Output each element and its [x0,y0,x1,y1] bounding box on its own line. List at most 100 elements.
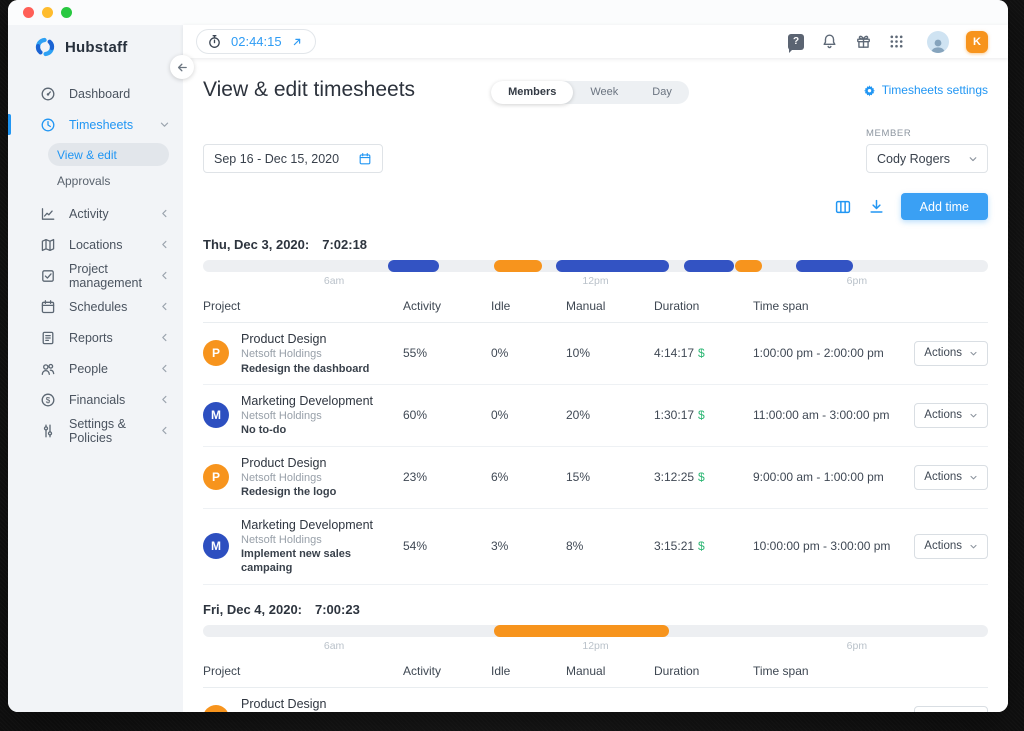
table-body: P Product Design Netsoft Holdings Redesi… [203,688,988,712]
sidebar-item-timesheets[interactable]: Timesheets [8,109,183,140]
money-indicator: $ [698,539,705,554]
sidebar-item-label: Settings & Policies [69,416,126,445]
calendar-icon [358,152,372,166]
chevron-left-icon [159,363,170,374]
table-row: P Product Design Netsoft Holdings Redesi… [203,323,988,385]
project-avatar: P [203,340,229,367]
chevron-left-icon [159,394,170,405]
macos-titlebar [8,0,1008,25]
activity-value: 23% [403,470,428,485]
tab-members[interactable]: Members [491,81,574,104]
sidebar-item-label: Schedules [69,299,128,314]
sidebar-collapse-button[interactable] [170,55,194,79]
timesheets-settings-link[interactable]: Timesheets settings [863,83,988,97]
sidebar-item-label: Locations [69,237,123,252]
table-row: P Product Design Netsoft Holdings Redesi… [203,688,988,712]
columns-settings-icon[interactable] [834,198,852,216]
projects-icon [40,268,56,284]
timeline-ticks: 6am 12pm 6pm [203,275,988,288]
manual-value: 8% [566,539,584,554]
timeline-tick-label: 6am [323,639,345,652]
idle-value: 0% [491,346,509,361]
idle-value: 5% [491,711,566,712]
timeline-segment-blue [796,260,853,272]
duration-value: 4:45:37 [654,711,694,712]
user-avatar[interactable] [927,30,949,53]
table-row: P Product Design Netsoft Holdings Redesi… [203,447,988,509]
client-name: Netsoft Holdings [241,533,322,546]
brand[interactable]: Hubstaff [8,25,183,70]
sidebar-item-reports[interactable]: Reports [8,322,183,353]
sidebar-item-dashboard[interactable]: Dashboard [8,78,183,109]
row-actions-button[interactable]: Actions [914,402,988,428]
sidebar-item-people[interactable]: People [8,353,183,384]
sidebar-item-schedules[interactable]: Schedules [8,291,183,322]
duration-value: 3:15:21 [654,539,695,554]
notifications-bell-icon[interactable] [821,33,838,50]
timeline-track [203,260,988,272]
tab-week[interactable]: Week [573,81,635,104]
schedules-icon [40,299,56,315]
sidebar-subitem-view-edit[interactable]: View & edit [48,143,169,166]
project-name: Marketing Development [241,517,374,532]
task-name: No to-do [241,424,287,437]
content-area: View & edit timesheets Members Week Day Ti… [183,58,1008,712]
manual-value: 10% [566,346,591,361]
add-time-button[interactable]: Add time [900,193,988,220]
brand-name: Hubstaff [65,38,128,56]
chevron-left-icon [159,332,170,343]
sidebar-item-project-management[interactable]: Project management [8,260,183,291]
tab-day[interactable]: Day [635,81,689,104]
project-name: Product Design [241,455,327,470]
chevron-left-icon [159,301,170,312]
timeline-segment-blue [684,260,734,272]
sidebar-item-activity[interactable]: Activity [8,198,183,229]
activity-icon [40,206,56,222]
row-actions-button[interactable]: Actions [914,464,988,490]
member-select[interactable]: Cody Rogers [866,144,988,173]
reports-icon [40,330,56,346]
date-range-picker[interactable]: Sep 16 - Dec 15, 2020 [203,144,383,173]
svg-text:$: $ [46,395,51,404]
timeline-segment-orange [494,624,669,637]
sidebar-item-label: Activity [69,206,109,221]
close-window-button[interactable] [23,7,34,18]
locations-icon [40,237,56,253]
chevron-left-icon [159,239,170,250]
timer-widget[interactable]: 02:44:15 [196,29,316,54]
timer-value: 02:44:15 [231,34,282,49]
chevron-down-icon [970,351,977,356]
table-header: Project Activity Idle Manual Duration Ti… [203,664,988,688]
chevron-left-icon [159,425,170,436]
chevron-left-icon [159,270,170,281]
help-icon[interactable]: ? [788,33,804,53]
timeline-segment-blue [388,260,440,272]
sidebar-item-settings-policies[interactable]: Settings & Policies [8,415,183,446]
row-actions-button[interactable]: Actions [914,705,988,712]
timespan-value: 9:00:00 pm - 12:00:00 pm [753,711,924,712]
zoom-window-button[interactable] [61,7,72,18]
project-name: Product Design [241,696,327,711]
minimize-window-button[interactable] [42,7,53,18]
gift-icon[interactable] [855,33,872,50]
chevron-down-icon [969,156,977,161]
sidebar-item-label: Timesheets [69,117,134,132]
sidebar-item-financials[interactable]: $ Financials [8,384,183,415]
gear-icon [863,84,876,97]
day-total-time: 7:00:23 [315,601,360,617]
app-window: Hubstaff Dashboard Timesheets View & edi… [8,0,1008,712]
timespan-value: 9:00:00 am - 1:00:00 pm [753,470,884,485]
task-name: Implement new sales campaing [241,548,352,575]
row-actions-button[interactable]: Actions [914,533,988,559]
apps-grid-icon[interactable] [889,34,904,49]
organization-badge[interactable]: K [966,30,988,53]
row-actions-button[interactable]: Actions [914,340,988,366]
project-avatar: M [203,533,229,560]
sidebar-item-locations[interactable]: Locations [8,229,183,260]
day-date-label: Fri, Dec 4, 2020: [203,601,302,617]
download-icon[interactable] [868,198,885,215]
chevron-down-icon [970,475,977,480]
sidebar-subitem-approvals[interactable]: Approvals [48,169,169,192]
manual-value: 20% [566,408,591,423]
timeline-segment-blue [556,260,670,272]
